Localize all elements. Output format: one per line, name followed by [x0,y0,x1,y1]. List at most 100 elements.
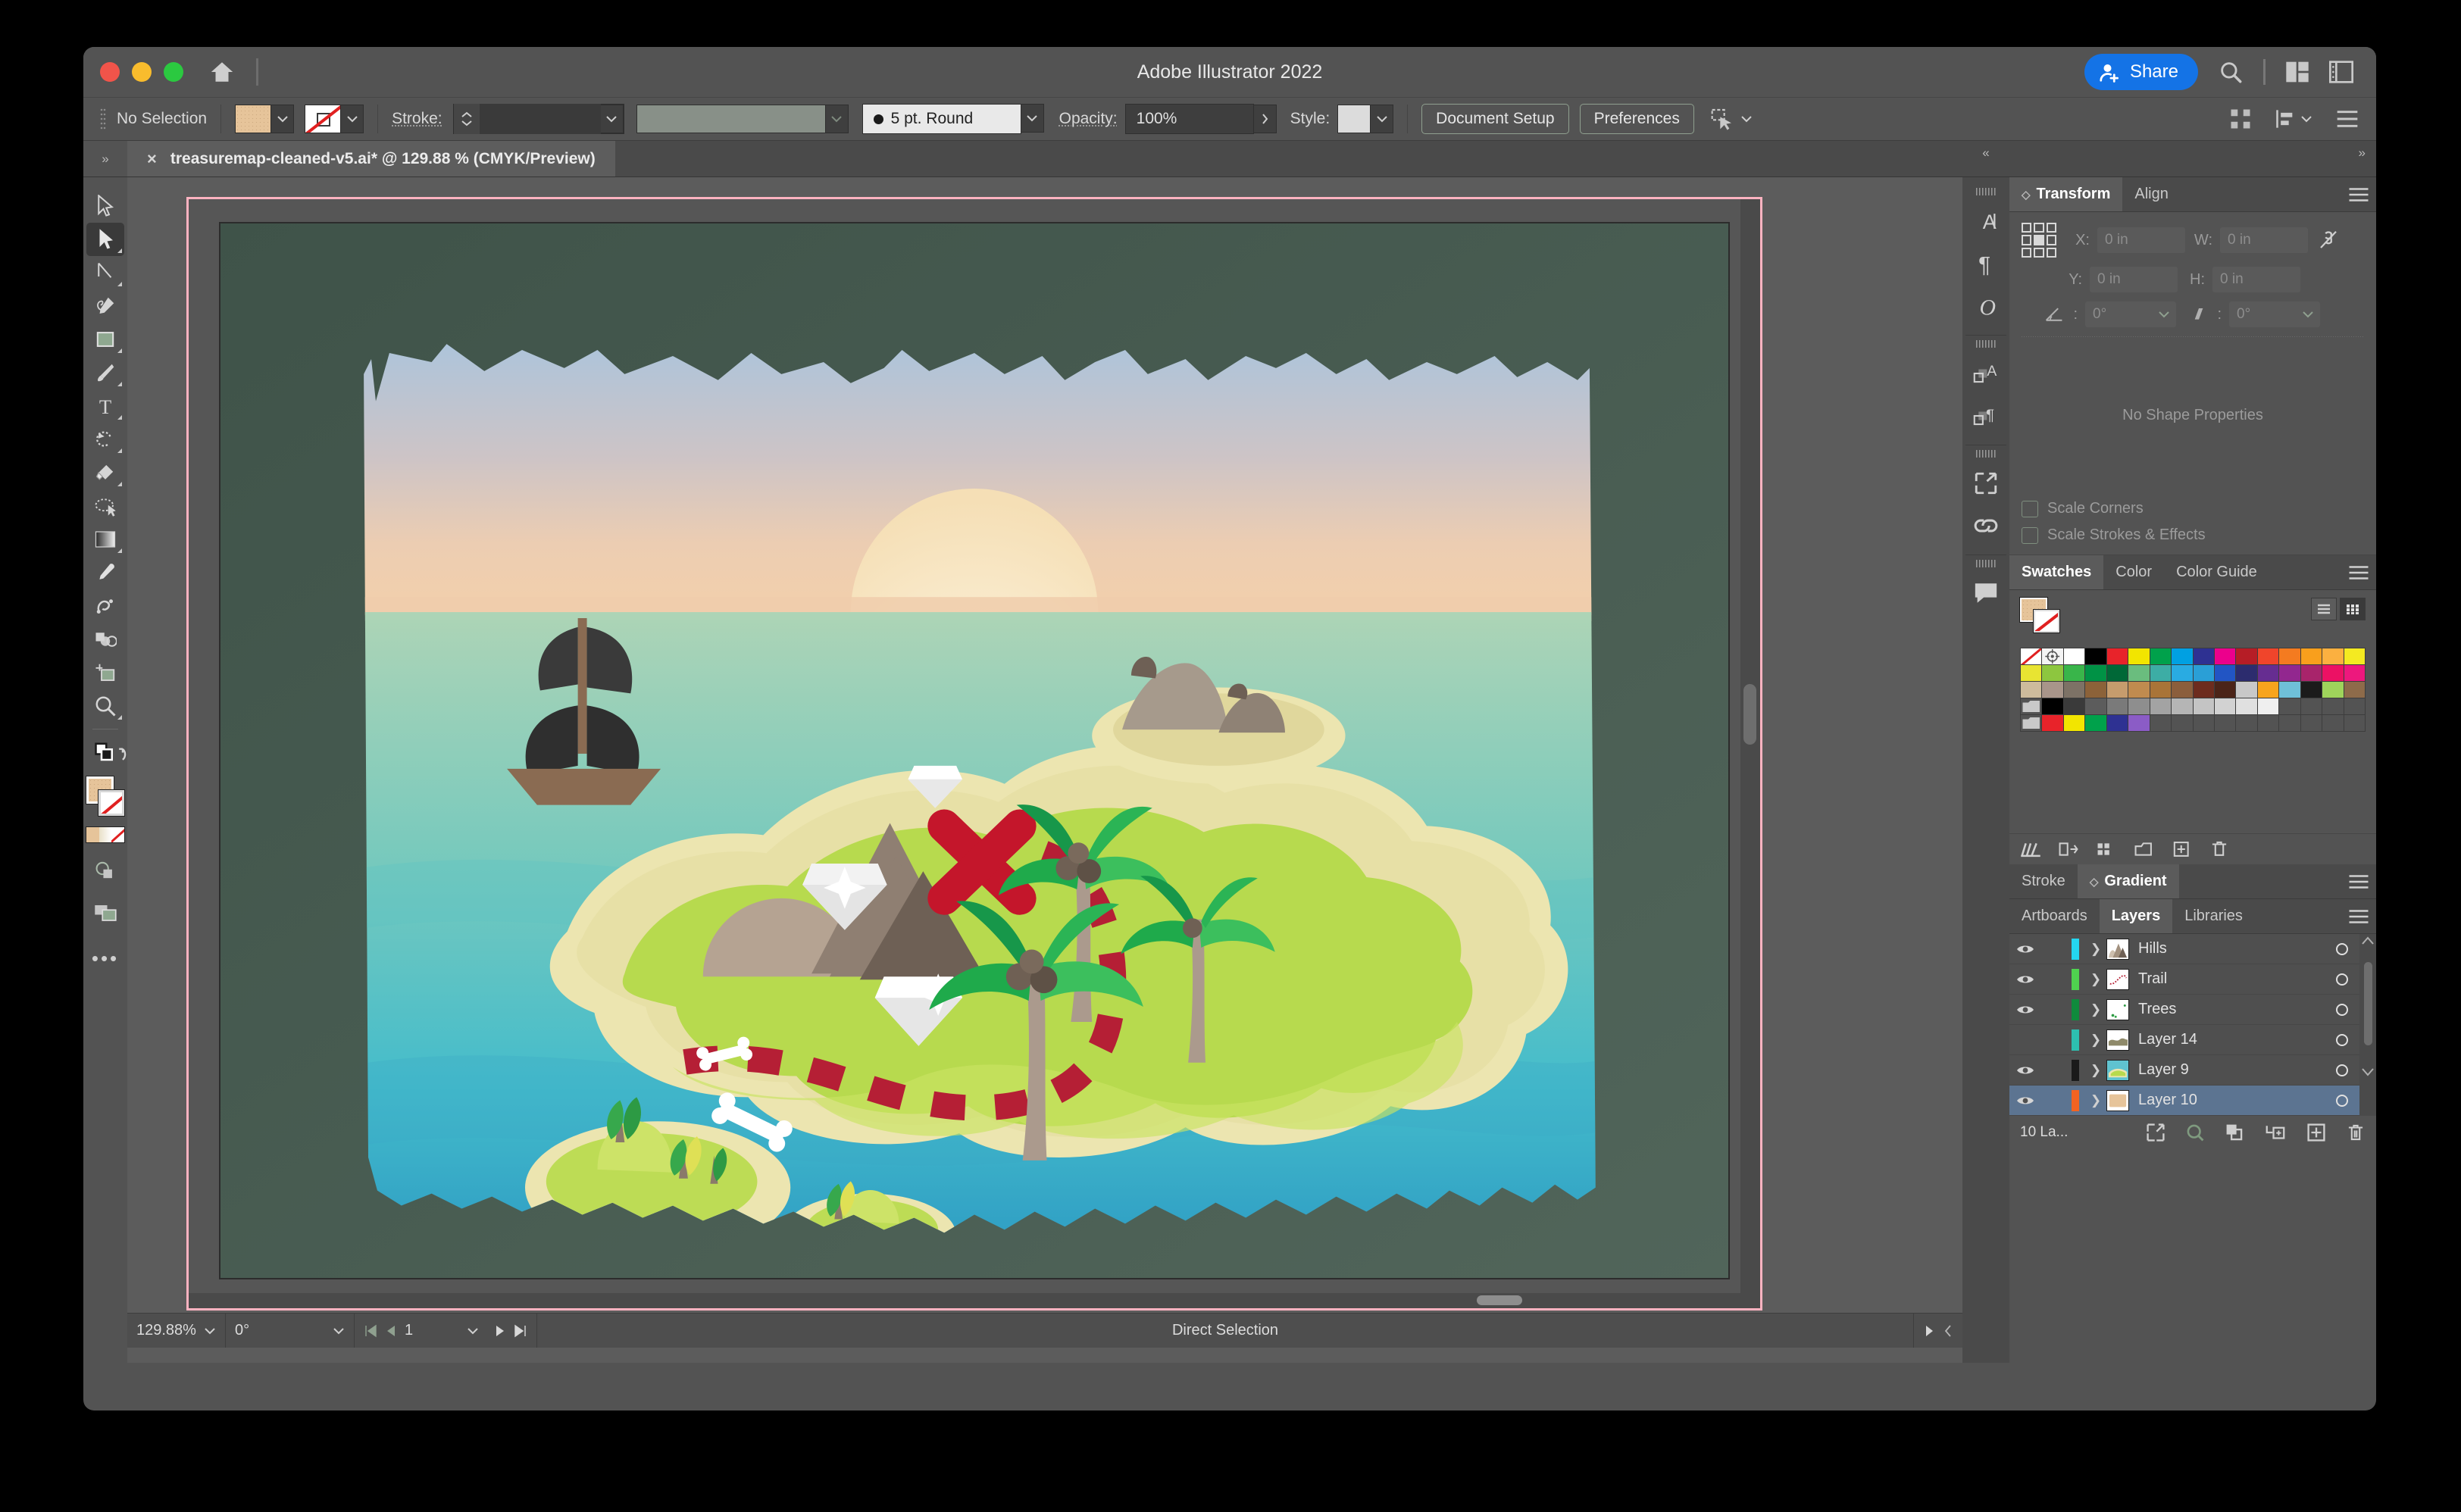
swatch-cell[interactable] [2042,648,2063,664]
swatches-panel-menu-icon[interactable] [2341,555,2376,589]
tool-artboard[interactable] [86,656,124,689]
stroke-weight-stepper[interactable] [453,104,480,134]
layer-name[interactable]: Trail [2138,970,2325,988]
swatch-cell[interactable] [2214,698,2236,714]
eye-icon[interactable] [2016,1094,2034,1107]
layer-expand-chevron-right-icon[interactable]: ❯ [2085,1093,2106,1108]
layer-name[interactable]: Trees [2138,1001,2325,1018]
ref-point[interactable] [2046,223,2056,233]
swatch-cell[interactable] [2257,698,2279,714]
stroke-profile-control[interactable] [636,105,849,133]
status-expand[interactable] [1913,1314,1962,1348]
eye-icon[interactable] [2016,942,2034,956]
zoom-button[interactable] [164,62,183,82]
stroke-chevron-down-icon[interactable] [341,105,364,133]
layer-expand-chevron-right-icon[interactable]: ❯ [2085,972,2106,987]
swatches-grid-view-button[interactable] [2340,598,2366,620]
layer-target-circle-icon[interactable] [2325,1093,2359,1108]
scroll-down-icon[interactable] [2359,1065,2376,1079]
tab-libraries[interactable]: Libraries [2172,899,2255,933]
artwork-frame[interactable] [219,222,1730,1279]
layer-visibility-toggle[interactable] [2009,1094,2041,1107]
swatch-options-icon[interactable] [2096,840,2117,858]
eye-icon[interactable] [2016,973,2034,986]
layer-expand-chevron-right-icon[interactable]: ❯ [2085,1002,2106,1017]
layer-target-circle-icon[interactable] [2325,1032,2359,1048]
paragraph-styles-icon[interactable]: ¶ [1965,395,2006,437]
swatch-cell[interactable] [2042,682,2063,698]
toolbar-expand-toggle[interactable]: » [83,141,127,177]
swatch-cell[interactable] [2128,715,2150,731]
color-mode-bar[interactable] [86,826,125,843]
last-artboard-icon[interactable] [514,1324,527,1338]
swatch-cell[interactable] [2300,665,2322,681]
swatch-cell[interactable] [2021,682,2042,698]
control-bar-grip[interactable] [100,108,106,130]
stroke-weight-input[interactable] [479,104,601,134]
scale-strokes-checkbox[interactable] [2022,526,2038,544]
layers-scroll-thumb[interactable] [2363,962,2372,1045]
swatch-cell[interactable] [2085,648,2106,664]
tool-shape-builder[interactable] [86,623,124,656]
tools-more-button[interactable]: ••• [86,942,124,975]
ref-point[interactable] [2022,235,2032,245]
arrange-documents-icon[interactable] [2285,61,2309,83]
swatch-cell[interactable] [2063,698,2085,714]
paragraph-panel-icon[interactable]: ¶ [1965,242,2006,285]
layer-row[interactable]: ❯ Trees [2009,995,2359,1025]
stroke-weight-field[interactable] [452,104,624,134]
swatch-cell[interactable] [2021,715,2042,731]
ref-point[interactable] [2046,235,2056,245]
layer-name[interactable]: Layer 10 [2138,1092,2325,1109]
preferences-button[interactable]: Preferences [1579,104,1694,134]
swatch-cell[interactable] [2150,665,2172,681]
next-artboard-icon[interactable] [494,1324,506,1338]
show-swatch-kinds-icon[interactable] [2058,840,2079,858]
layers-list[interactable]: ❯ Hills ❯ Trail ❯ Trees ❯ Layer 14 ❯ Layer 9 ❯ Laye… [2009,934,2359,1116]
scale-corners-row[interactable]: Scale Corners [2009,497,2376,523]
tool-pen[interactable] [86,289,124,323]
ref-point[interactable] [2046,247,2056,258]
swatch-cell[interactable] [2042,698,2063,714]
tab-layers[interactable]: Layers [2099,899,2173,933]
swatch-cell[interactable] [2236,648,2257,664]
swatch-cell[interactable] [2172,698,2193,714]
swatch-cell[interactable] [2063,682,2085,698]
tab-artboards[interactable]: Artboards [2009,899,2100,933]
swatches-list-view-button[interactable] [2311,598,2337,620]
canvas-horizontal-scrollbar[interactable] [189,1293,1740,1308]
ref-point[interactable] [2022,247,2032,258]
rail-grip[interactable] [1976,340,1996,348]
tool-rectangle[interactable] [86,323,124,356]
transform-panel-menu-icon[interactable] [2341,177,2376,211]
color-mode-color[interactable] [86,827,99,842]
tool-lasso[interactable] [86,256,124,289]
document-tab[interactable]: × treasuremap-cleaned-v5.ai* @ 129.88 % … [127,141,615,177]
layer-name[interactable]: Hills [2138,940,2325,957]
layer-row[interactable]: ❯ Layer 10 [2009,1086,2359,1116]
swatch-cell[interactable] [2214,665,2236,681]
swatch-cell[interactable] [2021,665,2042,681]
swatch-cell[interactable] [2344,648,2365,664]
layer-row[interactable]: ❯ Hills [2009,934,2359,964]
minimize-button[interactable] [132,62,152,82]
zoom-level-control[interactable]: 129.88% [127,1314,226,1348]
character-styles-icon[interactable]: A [1965,352,2006,395]
swatch-cell[interactable] [2279,665,2300,681]
previous-artboard-icon[interactable] [385,1324,397,1338]
delete-swatch-icon[interactable] [2209,840,2229,858]
tab-color-guide[interactable]: Color Guide [2164,555,2269,589]
swatch-cell[interactable] [2322,682,2344,698]
reference-point-selector[interactable] [2022,223,2056,258]
swatch-cell[interactable] [2257,648,2279,664]
h-input[interactable]: 0 in [2212,267,2300,292]
profile-chevron-down-icon[interactable] [825,105,849,133]
status-play-icon[interactable] [1923,1324,1935,1338]
swatch-cell[interactable] [2085,698,2106,714]
swatch-cell[interactable] [2085,715,2106,731]
graphic-style-control[interactable] [1337,105,1394,133]
rotation-control[interactable]: 0° [226,1314,355,1348]
ref-point[interactable] [2034,247,2044,258]
swatch-cell[interactable] [2257,682,2279,698]
align-grid-icon[interactable] [2229,108,2252,130]
